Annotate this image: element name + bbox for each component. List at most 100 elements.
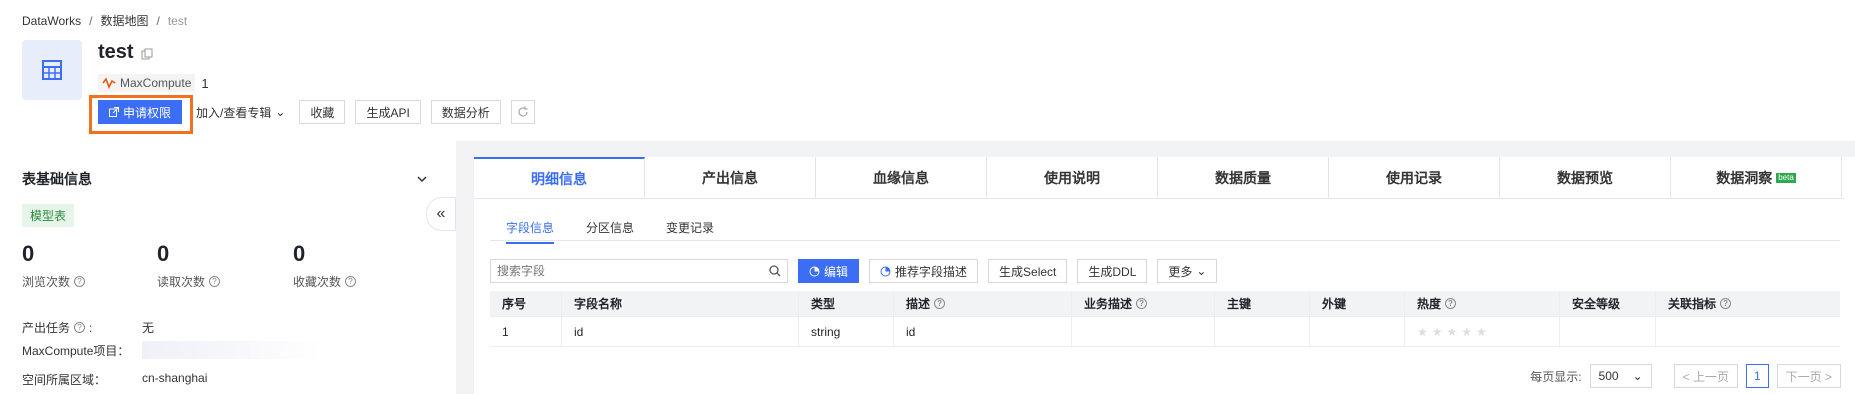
pie-icon: [880, 266, 891, 276]
help-icon[interactable]: ?: [1445, 298, 1457, 309]
tab-output[interactable]: 产出信息: [645, 157, 816, 199]
cell-foreign-key: [1310, 317, 1405, 346]
album-label: 加入/查看专辑: [196, 105, 272, 120]
column-label: 描述: [906, 297, 931, 311]
stat-views: 0 浏览次数?: [22, 241, 86, 290]
stat-value: 0: [293, 241, 306, 266]
edit-label: 编辑: [824, 264, 849, 279]
masked-value: [142, 341, 322, 359]
search-input[interactable]: [497, 264, 757, 278]
column-header: 主键: [1215, 291, 1310, 316]
tab-usage-records[interactable]: 使用记录: [1329, 157, 1500, 199]
cell-primary-key: [1215, 317, 1310, 346]
search-icon[interactable]: [769, 265, 781, 277]
recommend-desc-button[interactable]: 推荐字段描述: [869, 259, 979, 283]
source-info: MaxCompute 1: [98, 74, 209, 92]
cell-description: id: [894, 317, 1072, 346]
divider: [490, 240, 1840, 241]
engine-count: 1: [201, 75, 209, 91]
page-size-select[interactable]: 500 ⌄: [1589, 364, 1652, 388]
tab-data-preview[interactable]: 数据预览: [1500, 157, 1671, 199]
favorite-button[interactable]: 收藏: [299, 100, 346, 124]
breadcrumb: DataWorks / 数据地图 / test: [22, 14, 188, 28]
column-header: 关联指标?: [1656, 291, 1840, 316]
generate-select-button[interactable]: 生成Select: [988, 259, 1068, 283]
tab-lineage[interactable]: 血缘信息: [816, 157, 987, 199]
column-header: 外键: [1310, 291, 1405, 316]
prop-region: 空间所属区域： cn-shanghai: [22, 371, 207, 388]
search-box: [490, 259, 788, 283]
chevron-down-icon: ⌄: [1196, 264, 1207, 278]
table-icon: [22, 40, 82, 100]
column-header: 字段名称: [562, 291, 799, 316]
generate-ddl-button[interactable]: 生成DDL: [1077, 259, 1148, 283]
breadcrumb-dataworks[interactable]: DataWorks: [22, 14, 81, 28]
tab-usage-notes[interactable]: 使用说明: [987, 157, 1158, 199]
engine-tag: MaxCompute: [98, 74, 196, 92]
help-icon[interactable]: ?: [209, 276, 221, 287]
help-icon[interactable]: ?: [74, 322, 86, 333]
detail-panel: 明细信息 产出信息 血缘信息 使用说明 数据质量 使用记录 数据预览 数据洞察 b…: [474, 157, 1855, 394]
stat-value: 0: [157, 241, 170, 266]
tab-label: 数据洞察: [1716, 170, 1773, 186]
basic-info-panel: 表基础信息 模型表 0 浏览次数? 0 读取次数? 0 收藏次数? 产出任务?:…: [0, 141, 456, 394]
tab-bar: 明细信息 产出信息 血缘信息 使用说明 数据质量 使用记录 数据预览 数据洞察 b…: [474, 157, 1844, 199]
tab-details[interactable]: 明细信息: [474, 157, 645, 199]
page-title: test: [98, 41, 134, 63]
edit-button[interactable]: 编辑: [798, 259, 860, 283]
column-header: 描述?: [894, 291, 1072, 316]
prop-value: 无: [142, 321, 155, 335]
pagination: 每页显示: 500 ⌄ < 上一页 1 下一页 >: [1530, 364, 1841, 388]
beta-badge: beta: [1776, 173, 1796, 183]
column-header: 类型: [799, 291, 894, 316]
column-header: 热度?: [1405, 291, 1560, 316]
column-label: 关联指标: [1668, 297, 1717, 311]
stat-label: 收藏次数: [293, 275, 342, 289]
refresh-button[interactable]: [510, 100, 535, 124]
data-analysis-button[interactable]: 数据分析: [430, 100, 501, 124]
help-icon[interactable]: ?: [1136, 298, 1148, 309]
model-table-badge: 模型表: [22, 204, 75, 227]
help-icon[interactable]: ?: [1720, 298, 1732, 309]
field-toolbar: 编辑 推荐字段描述 生成Select 生成DDL 更多 ⌄: [490, 259, 1218, 283]
header: DataWorks / 数据地图 / test test MaxCompute 1 申请…: [0, 0, 1855, 141]
chevron-down-icon[interactable]: [416, 171, 428, 186]
edit-icon: [809, 266, 820, 276]
cell-related-metric: [1656, 317, 1840, 346]
engine-label: MaxCompute: [120, 76, 192, 90]
prop-output-task: 产出任务?: 无: [22, 320, 155, 336]
field-table: 序号 字段名称 类型 描述? 业务描述? 主键 外键 热度? 安全等级 关联指标…: [490, 291, 1840, 347]
prop-value: cn-shanghai: [142, 371, 208, 385]
stat-label: 读取次数: [157, 275, 206, 289]
collapse-panel-button[interactable]: «: [426, 197, 456, 231]
double-chevron-left-icon: «: [436, 205, 446, 222]
breadcrumb-datamap[interactable]: 数据地图: [100, 14, 148, 28]
maxcompute-icon: [102, 77, 116, 89]
table-row[interactable]: 1 id string id ★★★★★: [490, 317, 1840, 347]
tab-data-quality[interactable]: 数据质量: [1158, 157, 1329, 199]
prev-page-button[interactable]: < 上一页: [1673, 364, 1738, 388]
tab-data-insight[interactable]: 数据洞察 beta: [1671, 157, 1842, 199]
page-number[interactable]: 1: [1745, 364, 1769, 388]
album-button[interactable]: 加入/查看专辑 ⌄: [192, 100, 290, 124]
help-icon[interactable]: ?: [345, 276, 357, 287]
highlight-box: [89, 95, 193, 134]
generate-api-button[interactable]: 生成API: [355, 100, 421, 124]
help-icon[interactable]: ?: [74, 276, 86, 287]
column-header: 业务描述?: [1072, 291, 1215, 316]
prop-maxcompute-project: MaxCompute项目：: [22, 341, 322, 359]
help-icon[interactable]: ?: [934, 298, 946, 309]
panel-title: 表基础信息: [22, 171, 92, 187]
chevron-down-icon: ⌄: [275, 105, 286, 119]
stat-reads: 0 读取次数?: [157, 241, 221, 290]
stat-favorites: 0 收藏次数?: [293, 241, 357, 290]
recommend-label: 推荐字段描述: [895, 264, 968, 279]
copy-icon[interactable]: [141, 48, 153, 60]
more-button[interactable]: 更多 ⌄: [1157, 259, 1218, 283]
next-page-button[interactable]: 下一页 >: [1776, 364, 1841, 388]
cell-index: 1: [490, 317, 562, 346]
stat-value: 0: [22, 241, 35, 266]
prop-key: 产出任务: [22, 321, 71, 335]
cell-security-level: [1560, 317, 1656, 346]
column-label: 热度: [1417, 297, 1442, 311]
